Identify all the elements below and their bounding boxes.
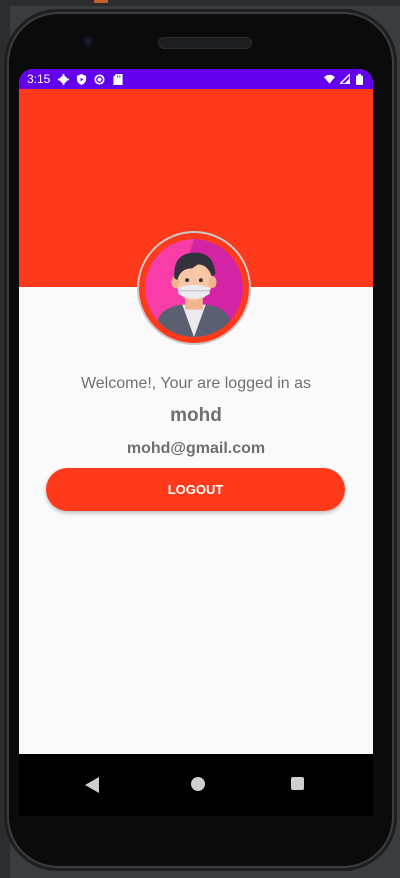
earpiece-speaker — [158, 37, 252, 49]
sync-icon — [94, 73, 105, 85]
user-avatar-mask-icon — [145, 239, 243, 337]
avatar-frame — [137, 231, 251, 345]
welcome-message: Welcome!, Your are logged in as — [80, 375, 312, 392]
status-time: 3:15 — [27, 72, 51, 86]
battery-icon — [354, 73, 365, 85]
front-camera — [82, 35, 94, 47]
status-bar: 3:15 — [19, 69, 373, 89]
signal-icon — [339, 74, 350, 85]
wifi-icon — [324, 74, 335, 85]
recents-square-icon[interactable] — [291, 777, 304, 790]
back-triangle-icon[interactable] — [85, 777, 99, 798]
home-circle-icon[interactable] — [191, 777, 205, 791]
system-navigation-bar — [19, 754, 373, 816]
desktop-top-edge — [0, 0, 400, 6]
gear-icon — [58, 73, 70, 85]
shield-play-icon — [76, 73, 87, 85]
app-screen: 3:15 Welcome!, Your are logged in as moh… — [19, 69, 373, 754]
email-label: mohd@gmail.com — [126, 440, 266, 457]
sd-card-icon — [112, 73, 123, 85]
logout-button[interactable]: LOGOUT — [46, 468, 345, 511]
username-label: mohd — [170, 405, 222, 426]
desktop-marker — [94, 0, 108, 3]
